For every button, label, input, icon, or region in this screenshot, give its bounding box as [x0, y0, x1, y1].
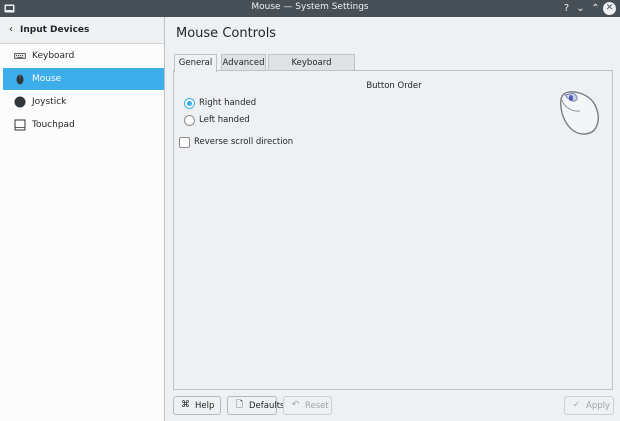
close-button[interactable]: ✕ [603, 2, 616, 15]
apply-button[interactable]: ✓ Apply [564, 396, 614, 415]
joystick-icon [14, 96, 26, 108]
help-icon: ⌘ [181, 400, 190, 410]
sidebar-header-label: Input Devices [20, 25, 90, 35]
checkmark-icon: ✓ [572, 400, 581, 410]
reverse-scroll-checkbox[interactable] [179, 137, 190, 148]
button-order-heading: Button Order [366, 81, 422, 91]
left-handed-radio[interactable] [184, 115, 195, 126]
sidebar-item-label: Keyboard [32, 51, 75, 61]
mouse-illustration-icon [560, 91, 599, 135]
left-handed-label[interactable]: Left handed [199, 115, 250, 125]
back-chevron-icon[interactable]: ‹ [9, 24, 13, 35]
sidebar-item-joystick[interactable]: Joystick [3, 91, 164, 113]
sidebar-item-keyboard[interactable]: Keyboard [3, 45, 164, 67]
sidebar-header[interactable]: ‹ Input Devices [0, 17, 164, 44]
right-handed-label[interactable]: Right handed [199, 98, 256, 108]
keyboard-icon [14, 53, 26, 59]
help-button[interactable]: ⌘ Help [173, 396, 221, 415]
tab-keyboard-navigation[interactable]: Keyboard Navigation [268, 54, 355, 84]
mouse-icon [16, 74, 24, 85]
reset-button[interactable]: ↶ Reset [283, 396, 332, 415]
page-title: Mouse Controls [176, 26, 277, 41]
window-title: Mouse — System Settings [251, 2, 369, 12]
sidebar-item-label: Joystick [32, 97, 67, 107]
sidebar-item-label: Touchpad [32, 120, 75, 130]
reverse-scroll-label[interactable]: Reverse scroll direction [194, 137, 293, 147]
undo-icon: ↶ [291, 400, 300, 410]
minimize-button[interactable]: ⌄ [574, 2, 587, 15]
help-window-button[interactable]: ? [560, 2, 573, 15]
defaults-button[interactable]: 🗋 Defaults [227, 396, 285, 415]
touchpad-icon [14, 119, 26, 131]
document-revert-icon: 🗋 [235, 400, 244, 410]
tab-general[interactable]: General [174, 54, 217, 72]
general-tab-panel: Button Order Right handed Left handed Re… [173, 70, 613, 390]
window-titlebar: Mouse — System Settings ? ⌄ ⌃ ✕ [0, 0, 620, 17]
tab-advanced[interactable]: Advanced [221, 54, 266, 71]
maximize-button[interactable]: ⌃ [589, 2, 602, 15]
sidebar-item-mouse[interactable]: Mouse [3, 68, 164, 90]
sidebar-item-touchpad[interactable]: Touchpad [3, 114, 164, 136]
sidebar: ‹ Input Devices Keyboard Mouse Joystick … [0, 17, 165, 421]
sidebar-item-label: Mouse [32, 74, 62, 84]
right-handed-radio[interactable] [184, 98, 195, 109]
